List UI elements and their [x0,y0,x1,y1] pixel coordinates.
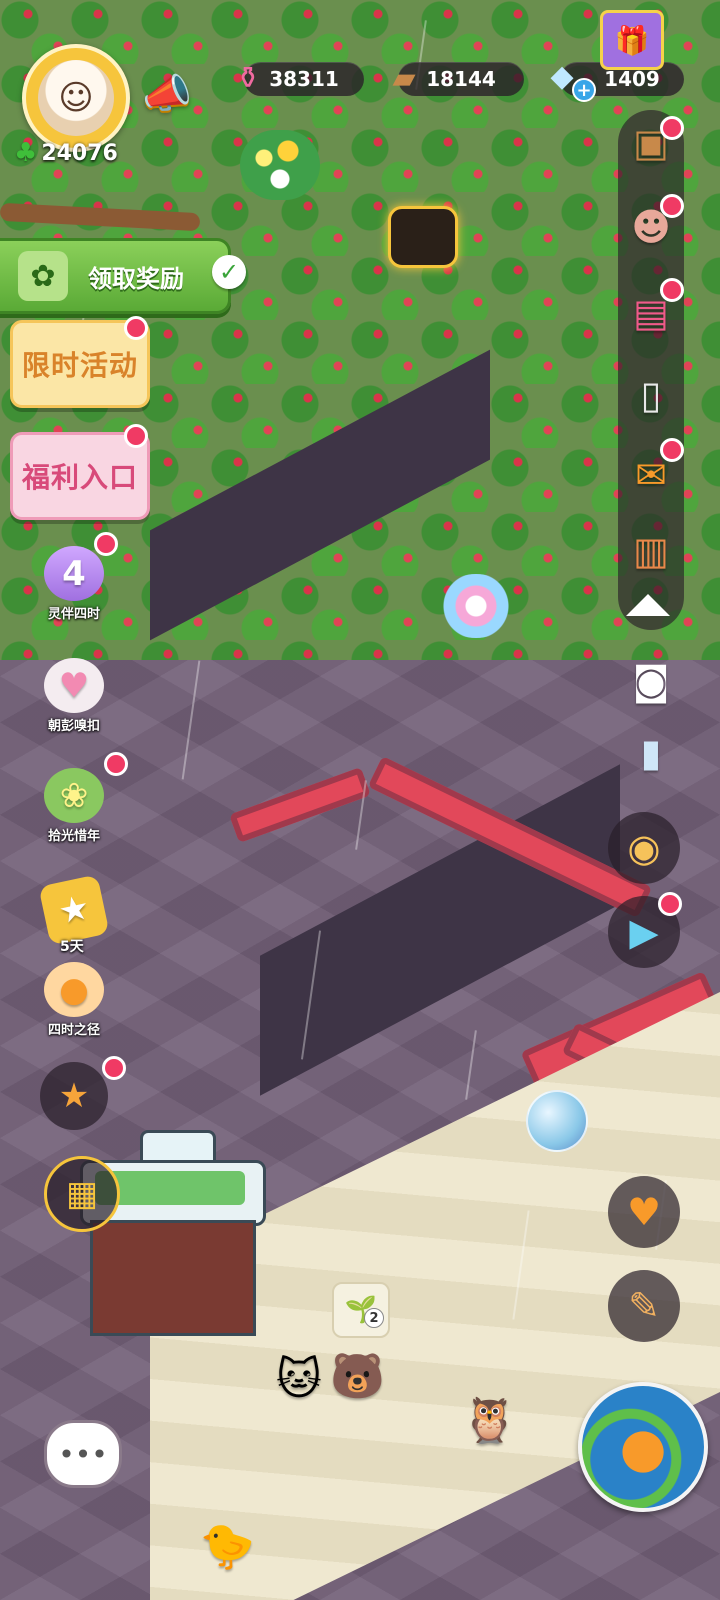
clover-counter: ♣ 24076 [14,138,118,168]
phone-swap-icon: ▮ [640,731,662,775]
event-star-button[interactable]: ★ [40,1062,108,1130]
four-seasons-companion-label: 灵伴四时 [47,607,100,622]
number-four-icon: 4 [44,546,104,601]
kitten-bow-icon: ♥ [44,658,104,713]
camera-icon: ◙ [632,659,670,703]
gold-coupon-icon: ★ [38,874,110,946]
welfare-notification-dot [124,424,148,448]
gift-icon: 🎁 [614,23,650,57]
remote-control-icon: ▯ [640,373,662,417]
star-box-icon: ★ [58,1076,90,1116]
potion-icon: ⚱ [235,60,261,96]
collapse-rail-arrow-icon[interactable] [626,594,670,616]
chick-mail-icon: ✉ [635,453,667,497]
world-globe-button[interactable]: ● [578,1382,708,1512]
diamond-value: 1409 [604,67,660,91]
potion-value: 38311 [269,67,339,91]
flower-wreath-icon: ❀ [44,768,104,823]
light-gathering-label: 拾光惜年 [47,829,100,844]
mail-notification-dot [660,438,684,462]
player-avatar[interactable]: ☺ [22,44,130,152]
winged-chick-icon: ● [619,1415,667,1479]
sprout-reward-icon: ✿ [18,251,68,301]
lava-river-left [229,766,371,844]
magic-swirl-orb[interactable] [434,574,518,638]
chat-button[interactable]: ••• [44,1420,122,1488]
cat-character[interactable]: 🐱 [276,1354,322,1405]
crafting-button[interactable]: ◉ [608,812,680,884]
light-gathering-notification-dot [104,752,128,776]
chat-ellipsis-icon: ••• [58,1437,108,1471]
sprout-count-badge: 2 [364,1308,384,1328]
sprout-tag[interactable]: 🌱 [332,1282,390,1338]
announcement-horn-button[interactable]: 📣 [138,66,196,120]
notebook-button[interactable]: ✎ [608,1270,680,1342]
gift-exchange-button[interactable]: ▦ [44,1156,120,1232]
chick-love-button[interactable]: ♥ [608,1176,680,1248]
notebook-pencil-icon: ✎ [628,1284,660,1328]
chest-notification-dot [660,116,684,140]
four-seasons-companion-button[interactable]: 4 灵伴四时 [36,546,112,622]
camera-button[interactable]: ◙ [620,650,682,712]
chick-character[interactable]: 🐤 [200,1520,255,1572]
sheep-avatar-icon: ☺ [38,60,114,136]
clover-count-value: 24076 [41,140,118,166]
bear-character[interactable]: 🐻 [330,1350,385,1402]
welfare-label: 福利入口 [21,461,138,494]
megaphone-icon: 📣 [142,70,192,117]
wood-value: 18144 [426,67,496,91]
rain-streak [181,660,201,780]
handbook-button[interactable]: ▥ [620,520,682,582]
clover-icon: ♣ [14,138,38,168]
video-notification-dot [658,892,682,916]
tv-icon: ▶ [629,910,659,954]
album-notification-dot [660,278,684,302]
handbook-icon: ▥ [633,529,669,573]
shop-counter [90,1220,256,1336]
check-icon: ✓ [212,255,246,289]
four-seasons-path-label: 四时之径 [47,1023,100,1038]
remote-control-button[interactable]: ▯ [620,364,682,426]
companion-notification-dot [94,532,118,556]
gold-coupon-timer: 5天 [60,939,84,955]
floating-bubble-pickup[interactable] [526,1090,588,1152]
rain-streak [465,1030,477,1100]
chick-icon: ● [44,962,104,1017]
morning-clasp-button[interactable]: ♥ 朝彭嗅扣 [36,658,112,734]
gift-stack-icon: ▦ [65,1174,99,1214]
shop-building[interactable] [80,1130,266,1336]
four-seasons-path-button[interactable]: ● 四时之径 [36,962,112,1038]
owl-character[interactable]: 🦉 [462,1394,517,1446]
cookie-icon: ◉ [627,826,661,870]
gift-box-button[interactable]: 🎁 [600,10,664,70]
flower-bouquet-decoration[interactable] [240,130,320,200]
claim-reward-label: 领取奖励 [88,264,184,293]
friends-notification-dot [660,194,684,218]
phone-swap-button[interactable]: ▮ [620,722,682,784]
wood-log-icon: ▰ [392,60,416,96]
claim-reward-button[interactable]: ✿ 领取奖励 ✓ [0,238,246,314]
morning-clasp-label: 朝彭嗅扣 [47,719,100,734]
event-star-notification-dot [102,1056,126,1080]
limited-event-notification-dot [124,316,148,340]
chicks-heart-icon: ♥ [626,1190,662,1234]
limited-event-label: 限时活动 [21,349,138,382]
add-diamond-button[interactable]: + [572,78,596,102]
golden-bag-pickup[interactable] [388,206,458,268]
light-gathering-button[interactable]: ❀ 拾光惜年 [36,768,112,844]
